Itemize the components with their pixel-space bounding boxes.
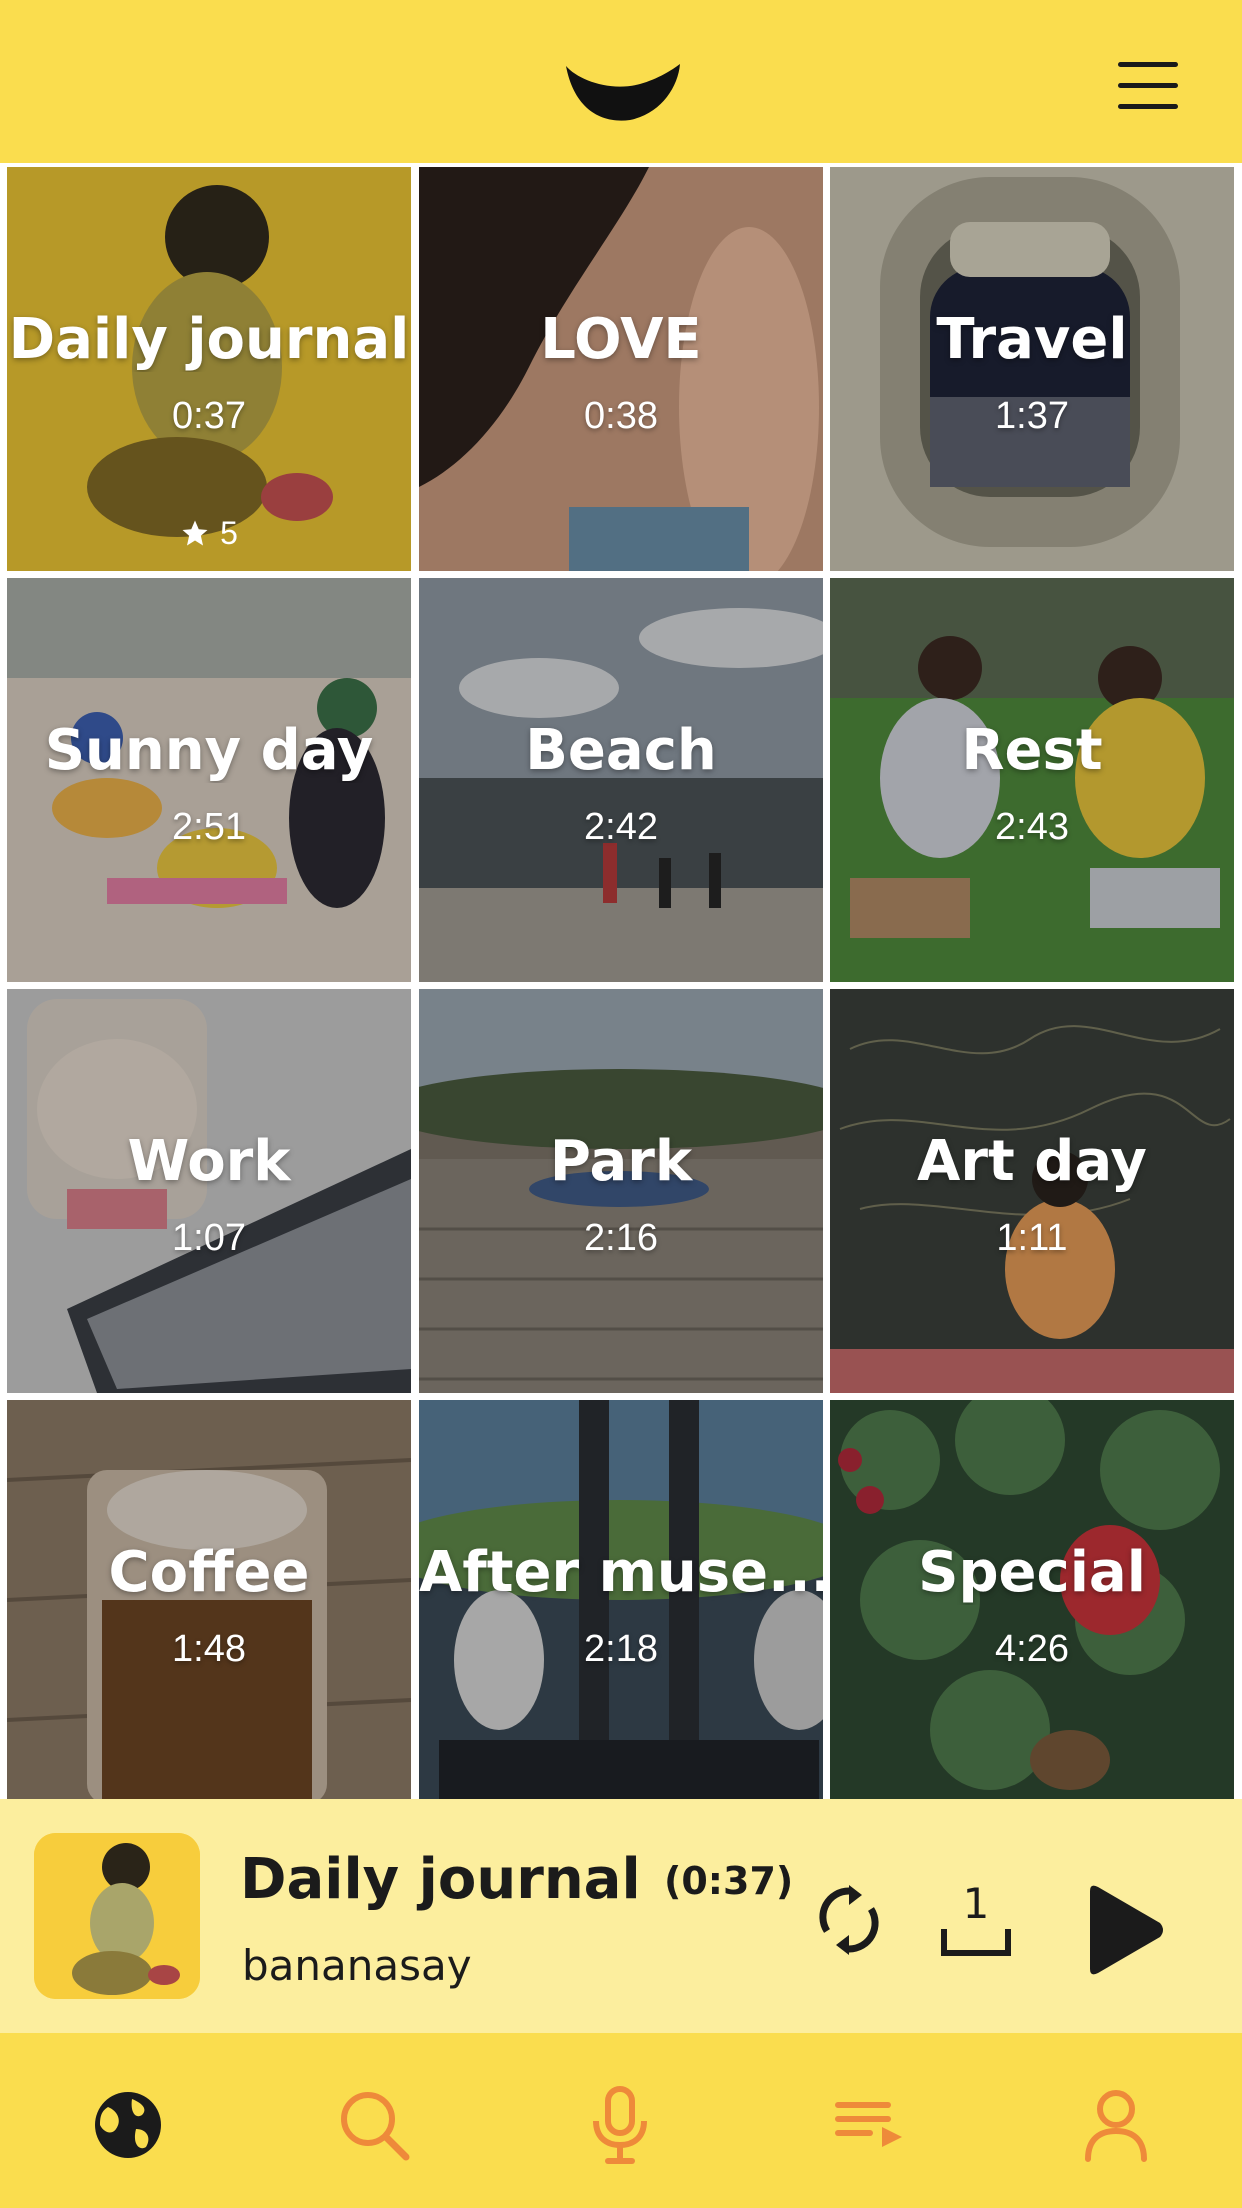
now-playing-artist: bananasay — [242, 1941, 472, 1990]
tile-duration: 2:43 — [995, 806, 1069, 848]
tile-title: LOVE — [540, 307, 702, 372]
playlist-tile[interactable]: Beach 2:42 — [419, 578, 823, 982]
tile-title: Special — [918, 1540, 1146, 1605]
playlist-tile[interactable]: After muse... 2:18 — [419, 1400, 823, 1804]
banana-logo-icon[interactable] — [560, 58, 684, 124]
now-playing-duration: (0:37) — [664, 1859, 794, 1903]
playlist-tile[interactable]: Art day 1:11 — [830, 989, 1234, 1393]
tile-title: Beach — [525, 718, 717, 783]
hamburger-menu-icon[interactable] — [1118, 62, 1184, 112]
tile-duration: 0:37 — [172, 395, 246, 437]
tile-title: Travel — [936, 307, 1128, 372]
app-header — [0, 0, 1242, 163]
playlist-grid: Daily journal 0:37 5 LOVE 0:38 Travel 1:… — [0, 163, 1242, 1804]
tile-likes: 5 — [7, 515, 411, 552]
playlist-tile[interactable]: Travel 1:37 — [830, 167, 1234, 571]
tile-title: Art day — [917, 1129, 1147, 1194]
tile-title: Park — [549, 1129, 693, 1194]
tile-duration: 2:51 — [172, 806, 246, 848]
tile-duration: 4:26 — [995, 1628, 1069, 1670]
tile-duration: 1:37 — [995, 395, 1069, 437]
tile-duration: 1:48 — [172, 1628, 246, 1670]
playlist-tile[interactable]: Work 1:07 — [7, 989, 411, 1393]
tile-title: Work — [127, 1129, 291, 1194]
playlist-tile[interactable]: Sunny day 2:51 — [7, 578, 411, 982]
play-icon[interactable] — [1082, 1883, 1166, 1977]
tile-duration: 0:38 — [584, 395, 658, 437]
tile-duration: 1:07 — [172, 1217, 246, 1259]
playlist-tile[interactable]: Coffee 1:48 — [7, 1400, 411, 1804]
bottom-nav — [0, 2033, 1242, 2208]
tile-duration: 1:11 — [996, 1217, 1068, 1259]
playlist-icon[interactable] — [830, 2085, 910, 2165]
queue-count: 1 — [962, 1879, 990, 1928]
tile-duration: 2:18 — [584, 1628, 658, 1670]
tile-title: Daily journal — [8, 307, 410, 372]
tile-title: Sunny day — [44, 718, 374, 783]
now-playing-artwork[interactable] — [34, 1833, 200, 1999]
tile-title: After muse... — [419, 1540, 823, 1605]
tile-title: Rest — [961, 718, 1103, 783]
tile-duration: 2:42 — [584, 806, 658, 848]
globe-icon[interactable] — [88, 2085, 168, 2165]
tile-title: Coffee — [108, 1540, 310, 1605]
now-playing-title: Daily journal — [240, 1847, 641, 1912]
queue-count-icon[interactable]: 1 — [940, 1879, 1012, 1959]
star-icon — [182, 520, 208, 546]
tile-duration: 2:16 — [584, 1217, 658, 1259]
profile-icon[interactable] — [1076, 2085, 1156, 2165]
playlist-tile[interactable]: Rest 2:43 — [830, 578, 1234, 982]
playlist-tile[interactable]: Special 4:26 — [830, 1400, 1234, 1804]
playlist-tile[interactable]: Park 2:16 — [419, 989, 823, 1393]
playlist-tile[interactable]: Daily journal 0:37 5 — [7, 167, 411, 571]
repeat-icon[interactable] — [818, 1885, 880, 1955]
mini-player[interactable]: Daily journal (0:37) bananasay 1 — [0, 1799, 1242, 2033]
search-icon[interactable] — [334, 2085, 414, 2165]
playlist-tile[interactable]: LOVE 0:38 — [419, 167, 823, 571]
microphone-icon[interactable] — [580, 2085, 660, 2165]
